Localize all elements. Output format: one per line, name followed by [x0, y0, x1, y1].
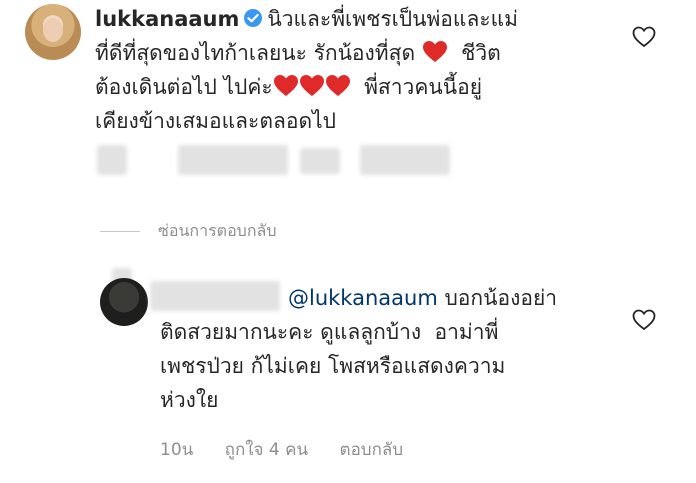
replies-divider [100, 231, 140, 232]
reply-meta-row: 10น ถูกใจ 4 คน ตอบกลับ [160, 436, 429, 463]
comment-text-line3b: พี่สาวคนนี้อยู่ [364, 75, 482, 99]
comment-text-line2: ที่ดีที่สุดของไทก้าเลยนะ รักน้องที่สุด [95, 41, 416, 65]
blurred-meta [97, 145, 127, 175]
comment-text-line4: เคียงข้างเสมอและตลอดไป [95, 109, 336, 133]
red-heart-emoji-icon [273, 75, 298, 96]
mention-link[interactable]: @lukkanaaum [288, 286, 438, 310]
reply-avatar[interactable] [100, 278, 148, 326]
blurred-meta [360, 145, 450, 175]
like-heart-outline-icon[interactable] [632, 26, 656, 48]
red-heart-emoji-icon [325, 75, 350, 96]
verified-badge-icon [244, 9, 263, 27]
reply-text-line1: บอกน้องอย่า [444, 286, 558, 310]
comment-text-line2b: ชีวิต [461, 41, 501, 65]
blurred-meta [300, 148, 340, 174]
reply-button[interactable]: ตอบกลับ [340, 440, 404, 460]
red-heart-emoji-icon [299, 75, 324, 96]
reply-like-count[interactable]: ถูกใจ 4 คน [225, 440, 308, 460]
reply-text-line4: ห่วงใย [160, 388, 219, 412]
reply-text-line2: ติดสวยมากนะคะ ดูแลลูกบ้าง อาม่าพี่ [160, 320, 499, 344]
main-comment: lukkanaaum นิวและพี่เพชรเป็นพ่อและแม่ ที่… [95, 2, 615, 138]
blurred-meta [178, 145, 288, 175]
reply-timestamp[interactable]: 10น [160, 440, 193, 460]
reply-comment: @lukkanaaum บอกน้องอย่า ติดสวยมากนะคะ ดู… [160, 281, 620, 417]
hide-replies-button[interactable]: ซ่อนการตอบกลับ [158, 219, 276, 244]
comment-text-line3: ต้องเดินต่อไป ไปค่ะ [95, 75, 273, 99]
like-heart-outline-icon[interactable] [632, 309, 656, 331]
red-heart-emoji-icon [422, 41, 447, 62]
commenter-avatar[interactable] [25, 4, 81, 60]
reply-text-line3: เพชรป่วย ก้ไม่เคย โพสหรือแสดงความ [160, 354, 506, 378]
comment-username[interactable]: lukkanaaum [95, 7, 239, 31]
comment-text-line1: นิวและพี่เพชรเป็นพ่อและแม่ [267, 7, 518, 31]
